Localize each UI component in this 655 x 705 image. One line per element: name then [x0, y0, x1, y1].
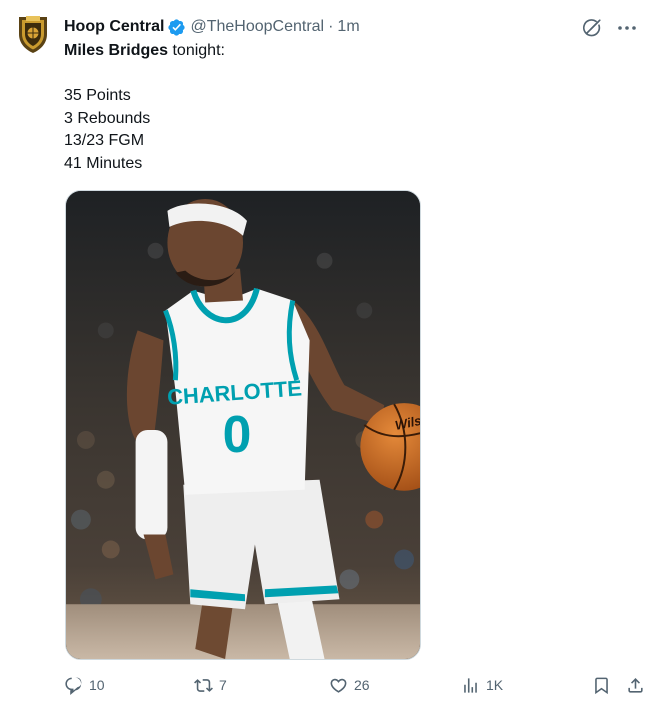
- reply-icon: [65, 677, 82, 695]
- avatar[interactable]: [16, 14, 50, 54]
- stat-line: 3 Rebounds: [64, 109, 151, 127]
- tweet[interactable]: Hoop Central @TheHoopCentral · 1m Miles …: [0, 0, 655, 705]
- share-button[interactable]: [626, 673, 645, 697]
- timestamp[interactable]: 1m: [337, 17, 359, 37]
- repost-count: 7: [219, 677, 227, 693]
- more-icon[interactable]: [617, 18, 637, 38]
- tweet-photo[interactable]: CHARLOTTE 0 Wilson: [65, 190, 421, 660]
- shield-logo-icon: [19, 16, 47, 53]
- basketball-player-photo: CHARLOTTE 0 Wilson: [66, 191, 420, 659]
- tweet-actions: 10 7 26 1K: [64, 673, 647, 697]
- reply-button[interactable]: 10: [64, 673, 105, 697]
- top-actions: [581, 17, 637, 39]
- player-name: Miles Bridges: [64, 42, 169, 59]
- intro-suffix: tonight:: [168, 42, 225, 59]
- tweet-text: Miles Bridges tonight: 35 Points 3 Rebou…: [64, 40, 624, 176]
- repost-button[interactable]: 7: [194, 673, 227, 697]
- views-button[interactable]: 1K: [461, 673, 503, 697]
- tweet-intro-line: Miles Bridges tonight:: [64, 40, 624, 63]
- tweet-header: Hoop Central @TheHoopCentral · 1m: [64, 16, 360, 38]
- bookmark-icon: [595, 677, 608, 694]
- repost-icon: [194, 678, 213, 692]
- separator-dot: ·: [328, 18, 334, 35]
- share-icon: [628, 677, 643, 693]
- reply-count: 10: [89, 677, 105, 693]
- jersey-number: 0: [223, 405, 252, 463]
- views-icon: [464, 677, 477, 693]
- stat-line: 13/23 FGM: [64, 132, 145, 150]
- like-button[interactable]: 26: [329, 673, 370, 697]
- verified-badge-icon[interactable]: [167, 18, 186, 37]
- handle[interactable]: @TheHoopCentral: [190, 17, 324, 37]
- display-name[interactable]: Hoop Central: [64, 17, 164, 37]
- bookmark-button[interactable]: [592, 673, 611, 697]
- grok-icon[interactable]: [581, 17, 603, 39]
- views-count: 1K: [486, 677, 504, 693]
- like-count: 26: [354, 677, 370, 693]
- heart-icon: [330, 678, 347, 693]
- stat-line: 41 Minutes: [64, 154, 143, 172]
- stat-line: 35 Points: [64, 87, 131, 105]
